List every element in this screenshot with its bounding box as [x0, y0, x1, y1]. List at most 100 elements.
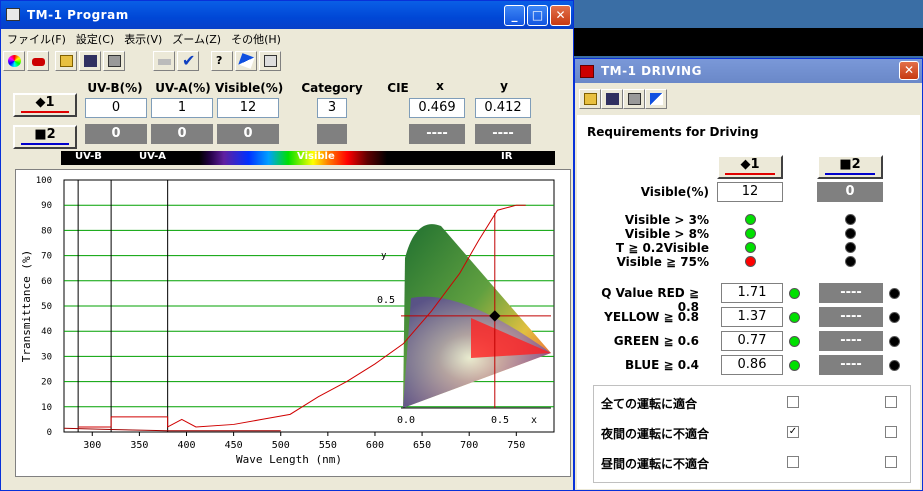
ruler-icon — [158, 59, 171, 65]
y-tick-label: 0 — [47, 428, 52, 438]
driving-eraser-button[interactable] — [645, 89, 667, 109]
eraser-icon — [238, 53, 255, 69]
q-status-1 — [789, 288, 800, 299]
band-uva-label: UV-A — [139, 151, 167, 162]
header-visible: Visible(%) — [215, 81, 284, 95]
status-indicator-2 — [845, 214, 856, 225]
y-tick-label: 40 — [41, 327, 52, 337]
x-tick-label: 400 — [177, 440, 195, 451]
device-icon — [264, 55, 277, 67]
sample-1-category: 3 — [317, 98, 347, 118]
q-status-2 — [889, 360, 900, 371]
print-button[interactable] — [103, 51, 125, 71]
app-icon — [6, 8, 20, 21]
visible-sample-1: 12 — [717, 182, 783, 202]
driving-sample-1-label: ◆1 — [740, 157, 760, 172]
band-visible-label: Visible — [297, 151, 335, 162]
inset-y-label: y — [381, 251, 387, 261]
driving-title: TM-1 DRIVING — [601, 64, 702, 78]
driving-sample-2-button[interactable]: ■2 — [817, 155, 883, 179]
status-indicator-2 — [845, 242, 856, 253]
driving-sample-1-button[interactable]: ◆1 — [717, 155, 783, 179]
visible-sample-2: 0 — [817, 182, 883, 202]
result-checkbox-1[interactable] — [787, 456, 799, 468]
header-uvb: UV-B(%) — [87, 81, 143, 95]
result-checkbox-2[interactable] — [885, 396, 897, 408]
transmittance-chart: 0 10 20 30 40 50 60 70 80 90 100 300 350 400 450 500 550… — [20, 176, 555, 466]
car-icon — [32, 58, 45, 66]
driving-save-button[interactable] — [601, 89, 623, 109]
menu-zoom[interactable]: ズーム(Z) — [166, 29, 225, 47]
menu-settings[interactable]: 設定(C) — [70, 29, 118, 47]
x-tick-label: 550 — [319, 440, 337, 451]
header-category: Category — [301, 81, 363, 95]
result-checkbox-2[interactable] — [885, 426, 897, 438]
sample-2-uvb: 0 — [85, 124, 147, 144]
sample-2-visible: 0 — [217, 124, 279, 144]
sample-1-button[interactable]: ◆1 — [13, 93, 77, 117]
device-button[interactable] — [259, 51, 281, 71]
spectrum-tool-button[interactable] — [3, 51, 25, 71]
check-label: Visible > 8% — [624, 227, 709, 241]
x-tick-label: 500 — [272, 440, 290, 451]
x-tick-label: 350 — [130, 440, 148, 451]
y-tick-label: 80 — [41, 226, 52, 236]
sample-2-button[interactable]: ■2 — [13, 125, 77, 149]
q-value-sample-1: 1.37 — [721, 307, 783, 327]
band-ir-label: IR — [501, 151, 513, 162]
driving-toolbar — [575, 87, 667, 111]
close-button[interactable]: ✕ — [550, 5, 571, 26]
eraser-button[interactable] — [235, 51, 257, 71]
folder-icon — [584, 93, 597, 105]
x-tick-label: 600 — [366, 440, 384, 451]
driving-sample-2-underline — [825, 173, 875, 175]
open-button[interactable] — [55, 51, 77, 71]
window-title: TM-1 Program — [27, 8, 129, 22]
q-value-sample-1: 0.86 — [721, 355, 783, 375]
check-label: Visible > 3% — [624, 213, 709, 227]
result-checkbox-2[interactable] — [885, 456, 897, 468]
status-indicator-1 — [745, 242, 756, 253]
printer-icon — [628, 93, 641, 105]
visible-label: Visible(%) — [640, 185, 709, 199]
q-value-sample-2: ---- — [819, 307, 883, 327]
requirements-heading: Requirements for Driving — [587, 125, 759, 139]
check-button[interactable]: ✔ — [177, 51, 199, 71]
x-tick-label: 700 — [460, 440, 478, 451]
save-button[interactable] — [79, 51, 101, 71]
check-label: Visible ≧ 75% — [616, 255, 709, 269]
help-icon: ? — [216, 54, 223, 67]
driving-print-button[interactable] — [623, 89, 645, 109]
q-value-label: YELLOW ≧ 0.8 — [604, 310, 699, 324]
x-tick-label: 450 — [225, 440, 243, 451]
x-axis-label: Wave Length (nm) — [236, 453, 342, 466]
maximize-button[interactable]: □ — [527, 5, 548, 26]
printer-icon — [108, 55, 121, 67]
q-value-sample-2: ---- — [819, 283, 883, 303]
result-checkbox-1[interactable]: ✓ — [787, 426, 799, 438]
chart-panel: 0 10 20 30 40 50 60 70 80 90 100 300 350 400 450 500 550… — [15, 169, 571, 477]
status-indicator-2 — [845, 228, 856, 239]
help-button[interactable]: ? — [211, 51, 233, 71]
driving-close-button[interactable]: ✕ — [899, 61, 919, 80]
status-indicator-2 — [845, 256, 856, 267]
ruler-button[interactable] — [153, 51, 175, 71]
menu-other[interactable]: その他(H) — [225, 29, 285, 47]
color-wheel-icon — [8, 55, 21, 67]
menu-view[interactable]: 表示(V) — [118, 29, 166, 47]
sample-1-x: 0.469 — [409, 98, 465, 118]
main-title-bar[interactable]: TM-1 Program _ □ ✕ — [1, 1, 573, 29]
driving-open-button[interactable] — [579, 89, 601, 109]
car-tool-button[interactable] — [27, 51, 49, 71]
status-indicator-1 — [745, 228, 756, 239]
q-status-1 — [789, 360, 800, 371]
driving-panel: Requirements for Driving ◆1 ■2 Visible(%… — [577, 115, 920, 489]
minimize-button[interactable]: _ — [504, 5, 525, 26]
menu-file[interactable]: ファイル(F) — [1, 29, 70, 47]
driving-title-bar[interactable]: TM-1 DRIVING ✕ — [575, 59, 922, 83]
q-value-label: BLUE ≧ 0.4 — [625, 358, 699, 372]
eraser-icon — [650, 93, 663, 105]
y-tick-label: 90 — [41, 201, 52, 211]
sample-2-category — [317, 124, 347, 144]
result-checkbox-1[interactable] — [787, 396, 799, 408]
